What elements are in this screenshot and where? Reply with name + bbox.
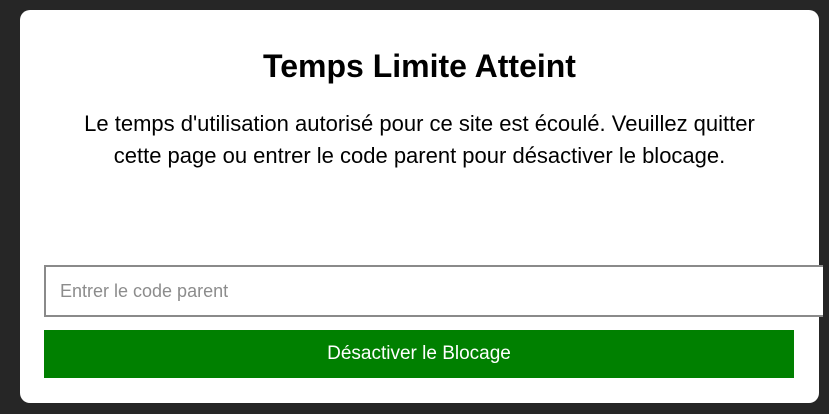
time-limit-dialog: Temps Limite Atteint Le temps d'utilisat… [20, 10, 823, 403]
dialog-message: Le temps d'utilisation autorisé pour ce … [84, 111, 755, 168]
disable-block-button[interactable]: Désactiver le Blocage [44, 330, 794, 378]
parent-code-input[interactable] [44, 265, 823, 317]
dialog-title: Temps Limite Atteint [263, 48, 576, 84]
